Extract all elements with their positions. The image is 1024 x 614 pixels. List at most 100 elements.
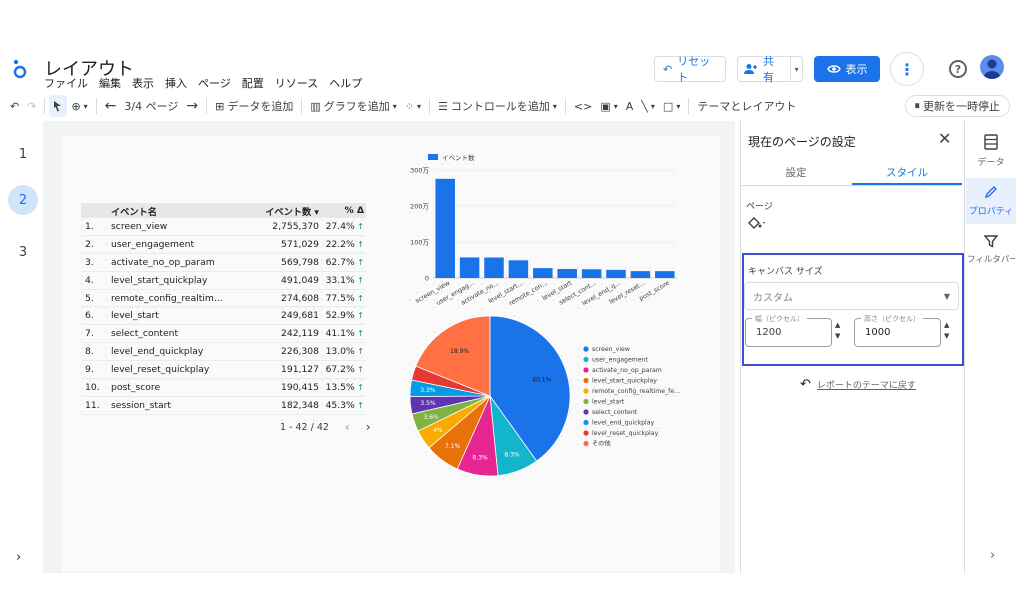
bar[interactable] — [435, 178, 455, 278]
table-row[interactable]: 3. activate_no_op_param 569,798 62.7% ↑ — [81, 254, 366, 272]
menu-insert[interactable]: 挿入 — [165, 75, 187, 91]
pause-update-button[interactable]: ⏸ 更新を一時停止 — [904, 95, 1010, 117]
row-index: 10. — [85, 381, 100, 393]
table-row[interactable]: 4. level_start_quickplay 491,049 33.1% ↑ — [81, 272, 366, 290]
bar[interactable] — [508, 260, 529, 278]
height-stepper-icon[interactable]: ▲ ▼ — [944, 320, 949, 342]
share-button[interactable]: 共有 ▾ — [737, 55, 803, 84]
bar[interactable] — [630, 271, 651, 278]
header-event-count[interactable]: イベント数 ▾ — [235, 204, 319, 218]
divider — [688, 98, 690, 114]
table-row[interactable]: 1. screen_view 2,755,370 27.4% ↑ — [81, 218, 366, 236]
undo-icon: ↶ — [800, 377, 811, 392]
bar[interactable] — [484, 257, 504, 278]
header-pct-change[interactable]: % Δ — [319, 205, 366, 216]
page-thumb-3[interactable]: 3 — [8, 237, 38, 267]
row-pct-change: 33.1% ↑ — [319, 275, 366, 286]
row-pct-change: 41.1% ↑ — [319, 328, 366, 339]
add-data-button[interactable]: ⊞ データを追加 — [211, 95, 297, 117]
avatar[interactable] — [980, 55, 1004, 79]
rail-filter-bar[interactable]: フィルタバー — [966, 234, 1016, 265]
text-box-icon[interactable]: A — [622, 95, 638, 117]
arrow-up-icon: ↑ — [354, 365, 364, 375]
menu-edit[interactable]: 編集 — [99, 75, 121, 91]
image-icon[interactable]: ▣ ▾ — [596, 95, 621, 117]
code-embed-icon[interactable]: <> — [570, 95, 596, 117]
add-chart-label: グラフを追加 — [323, 100, 390, 113]
canvas-size-select[interactable]: カスタム ▼ — [744, 282, 959, 310]
row-index: 2. — [85, 238, 94, 250]
table-row[interactable]: 6. level_start 249,681 52.9% ↑ — [81, 307, 366, 326]
shape-icon[interactable]: □ ▾ — [659, 95, 684, 117]
menu-help[interactable]: ヘルプ — [329, 75, 362, 91]
page-thumb-2[interactable]: 2 — [8, 185, 38, 215]
menu-resources[interactable]: リソース — [275, 75, 318, 91]
community-viz-icon[interactable]: ⁘ ▾ — [401, 95, 425, 117]
bar[interactable] — [533, 268, 553, 278]
legend-swatch — [583, 409, 589, 415]
revert-theme-link[interactable]: ↶ レポートのテーマに戻す — [800, 377, 916, 392]
add-chart-button[interactable]: ▥ グラフを追加 ▾ — [306, 95, 400, 117]
collapse-panel-icon[interactable]: › — [990, 548, 995, 563]
row-event-name: screen_view — [111, 220, 168, 232]
next-page-icon[interactable]: → — [182, 95, 202, 117]
table-row[interactable]: 5. remote_config_realtim... 274,608 77.5% ↑ — [81, 290, 366, 308]
page-section-label: ページ — [746, 202, 773, 212]
panel-title: 現在のページの設定 — [748, 135, 856, 149]
menu-page[interactable]: ページ — [198, 75, 231, 91]
view-button[interactable]: 表示 — [814, 56, 880, 82]
zoom-icon[interactable]: ⊕ ▾ — [67, 95, 91, 117]
events-table[interactable]: イベント名 イベント数 ▾ % Δ 1. screen_view 2,755,370… — [81, 203, 366, 415]
add-control-button[interactable]: ☰ コントロールを追加 ▾ — [434, 95, 561, 117]
row-pct-value: 13.0% — [325, 346, 355, 358]
menu-file[interactable]: ファイル — [44, 75, 88, 91]
fill-color-icon[interactable] — [747, 216, 767, 234]
bar-chart[interactable]: イベント数0100万200万300万screen_viewuser_engag.… — [395, 148, 685, 308]
bar[interactable] — [557, 269, 577, 278]
redo-icon[interactable]: ↷ — [23, 95, 40, 117]
header-event-name[interactable]: イベント名 — [107, 204, 235, 218]
bar[interactable] — [606, 269, 626, 278]
row-pct-value: 27.4% — [325, 220, 355, 232]
menu-view[interactable]: 表示 — [132, 75, 154, 91]
table-row[interactable]: 11. session_start 182,348 45.3% ↑ — [81, 397, 366, 415]
table-row[interactable]: 7. select_content 242,119 41.1% ↑ — [81, 325, 366, 344]
share-dropdown-icon[interactable]: ▾ — [790, 57, 802, 81]
width-stepper-icon[interactable]: ▲ ▼ — [835, 320, 840, 342]
row-index: 3. — [85, 256, 94, 268]
more-vert-icon[interactable]: ⋮ — [890, 52, 924, 86]
close-icon[interactable]: ✕ — [938, 129, 951, 148]
menu-arrange[interactable]: 配置 — [242, 75, 264, 91]
table-row[interactable]: 9. level_reset_quickplay 191,127 67.2% ↑ — [81, 361, 366, 380]
chevron-right-icon[interactable]: › — [366, 420, 371, 434]
pie-chart[interactable]: 40.1% 8.3% 8.3% 7.1% 4% 3.6% 3.5% 3.3% 18.9% scre… — [400, 308, 730, 484]
bar[interactable] — [459, 257, 480, 278]
tab-style[interactable]: スタイル — [852, 165, 962, 180]
bar[interactable] — [655, 271, 675, 278]
row-pct-value: 67.2% — [325, 364, 355, 376]
table-row[interactable]: 2. user_engagement 571,029 22.2% ↑ — [81, 236, 366, 254]
line-icon[interactable]: ╲ ▾ — [637, 95, 659, 117]
reset-button[interactable]: ↶ リセット — [654, 55, 726, 84]
row-event-count: 226,308 — [281, 346, 319, 358]
tab-setup[interactable]: 設定 — [741, 165, 851, 180]
table-row[interactable]: 8. level_end_quickplay 226,308 13.0% ↑ — [81, 343, 366, 362]
select-pointer-icon[interactable] — [49, 95, 68, 117]
arrow-up-icon: ↑ — [354, 382, 364, 392]
chevron-left-icon[interactable]: ‹ — [345, 420, 350, 434]
rail-data[interactable]: データ — [966, 134, 1016, 168]
theme-layout-button[interactable]: テーマとレイアウト — [693, 95, 800, 117]
help-icon[interactable]: ? — [949, 60, 967, 78]
rail-properties[interactable]: プロパティ — [966, 178, 1016, 224]
row-event-count: 249,681 — [281, 310, 319, 322]
legend-swatch — [583, 430, 589, 436]
page-thumb-1[interactable]: 1 — [8, 139, 38, 169]
table-row[interactable]: 10. post_score 190,415 13.5% ↑ — [81, 379, 366, 397]
canvas-size-label: キャンバス サイズ — [748, 267, 823, 277]
bar[interactable] — [581, 269, 602, 278]
prev-page-icon[interactable]: ← — [101, 95, 121, 117]
row-pct-change: 77.5% ↑ — [319, 293, 366, 304]
undo-icon[interactable]: ↶ — [0, 95, 23, 117]
expand-pages-icon[interactable]: › — [16, 550, 21, 565]
legend-label: user_engagement — [592, 357, 649, 364]
